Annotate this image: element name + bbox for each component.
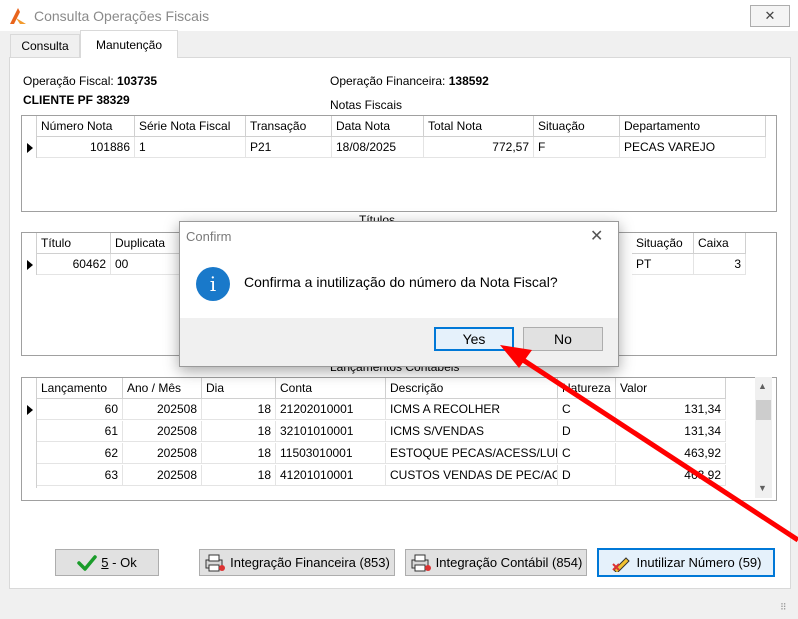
annotation-arrow-icon [500, 345, 798, 543]
main-window: Consulta Operações Fiscais ✕ Consulta Ma… [0, 0, 798, 619]
